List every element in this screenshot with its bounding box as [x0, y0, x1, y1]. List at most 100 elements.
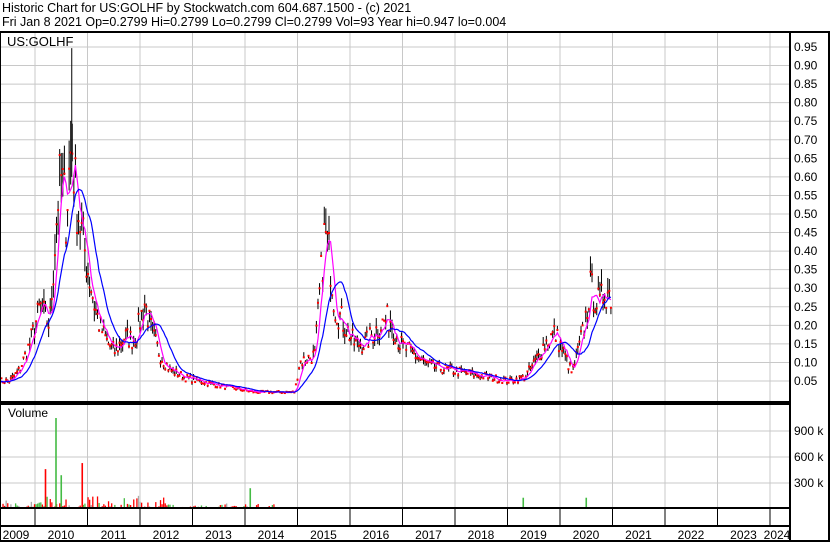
price-tick-label: 0.90	[794, 59, 818, 73]
price-close-dot	[154, 334, 157, 337]
year-label: 2022	[678, 528, 705, 542]
price-close-dot	[184, 380, 187, 383]
year-label: 2017	[415, 528, 442, 542]
price-tick-label: 0.40	[794, 244, 818, 258]
price-close-dot	[179, 371, 182, 374]
price-close-dot	[365, 330, 368, 333]
price-close-dot	[162, 365, 165, 368]
price-close-dot	[398, 348, 401, 351]
year-label: 2014	[258, 528, 285, 542]
price-close-dot	[368, 327, 371, 330]
price-close-dot	[203, 382, 206, 385]
price-tick-label: 0.30	[794, 281, 818, 295]
price-close-dot	[87, 272, 90, 275]
price-close-dot	[359, 344, 362, 347]
price-close-dot	[316, 301, 319, 304]
price-close-dot	[186, 373, 189, 376]
price-close-dot	[565, 355, 568, 358]
price-close-dot	[90, 291, 93, 294]
price-close-dot	[57, 209, 60, 212]
short-ma-line	[0, 165, 612, 394]
price-tick-label: 0.80	[794, 96, 818, 110]
price-close-dot	[121, 342, 124, 345]
price-close-dot	[299, 360, 302, 363]
price-close-dot	[337, 327, 340, 330]
price-close-dot	[68, 167, 71, 170]
price-close-dot	[134, 344, 137, 347]
price-close-dot	[96, 312, 99, 315]
price-close-dot	[329, 284, 332, 287]
price-close-dot	[30, 328, 33, 331]
volume-spike-bar	[81, 463, 84, 509]
price-close-dot	[194, 381, 197, 384]
year-label: 2024	[764, 528, 791, 542]
price-close-dot	[55, 223, 58, 226]
price-close-dot	[64, 241, 67, 244]
price-close-dot	[350, 337, 353, 340]
price-close-dot	[454, 372, 456, 375]
price-close-dot	[603, 299, 606, 302]
price-close-dot	[88, 286, 91, 289]
symbol-label: US:GOLHF	[7, 34, 74, 49]
price-close-dot	[161, 360, 164, 363]
price-close-dot	[178, 374, 181, 377]
price-close-dot	[537, 353, 540, 356]
price-close-dot	[116, 350, 119, 353]
price-close-dot	[441, 372, 444, 375]
price-close-dot	[332, 310, 335, 313]
price-close-dot	[521, 374, 524, 377]
price-close-dot	[17, 366, 20, 369]
price-close-dot	[315, 324, 318, 327]
price-close-dot	[482, 377, 485, 380]
price-tick-label: 0.70	[794, 133, 818, 147]
price-close-dot	[83, 249, 86, 252]
chart-canvas: 0.95 0.90 0.85 0.80 0.75 0.70 0.65 0.60 0.55 0.50…	[0, 31, 830, 542]
volume-tick-label: 300 k	[794, 476, 824, 490]
price-close-dot	[47, 326, 50, 329]
price-close-dot	[479, 377, 482, 380]
price-close-dot	[85, 275, 88, 278]
price-close-dot	[507, 381, 510, 384]
price-close-dot	[131, 347, 134, 350]
price-close-dot	[61, 168, 64, 171]
price-close-dot	[216, 386, 219, 389]
price-close-dot	[296, 378, 299, 381]
price-close-dot	[576, 345, 579, 348]
year-label: 2009	[3, 528, 30, 542]
price-close-dot	[531, 364, 534, 367]
price-close-dot	[608, 289, 611, 292]
price-close-dot	[63, 172, 66, 175]
volume-label: Volume	[8, 406, 48, 420]
price-close-dot	[487, 377, 490, 380]
price-close-dot	[442, 369, 445, 372]
year-label: 2015	[310, 528, 337, 542]
year-label: 2018	[468, 528, 495, 542]
price-close-dot	[501, 382, 504, 385]
price-close-dot	[361, 351, 364, 354]
price-close-dot	[181, 378, 184, 381]
price-close-dot	[362, 348, 365, 351]
price-close-dot	[60, 174, 63, 177]
year-label: 2020	[573, 528, 600, 542]
price-close-dot	[609, 306, 612, 309]
price-close-dot	[310, 361, 313, 364]
price-close-dot	[413, 352, 416, 355]
price-close-dot	[545, 339, 548, 342]
price-close-dot	[91, 297, 94, 300]
price-close-dot	[323, 222, 326, 225]
price-close-dot	[140, 309, 143, 312]
price-close-dot	[148, 309, 151, 312]
price-close-dot	[587, 308, 590, 311]
price-tick-label: 0.95	[794, 40, 818, 54]
price-close-dot	[190, 381, 193, 384]
price-close-dot	[123, 338, 126, 341]
price-tick-label: 0.55	[794, 188, 818, 202]
price-close-dot	[570, 371, 573, 374]
price-close-dot	[554, 340, 557, 343]
price-close-dot	[600, 283, 603, 286]
price-close-dot	[586, 317, 589, 320]
volume-spike-bar	[249, 488, 252, 509]
price-close-dot	[219, 386, 222, 389]
price-close-dot	[466, 372, 469, 375]
year-label: 2016	[363, 528, 390, 542]
